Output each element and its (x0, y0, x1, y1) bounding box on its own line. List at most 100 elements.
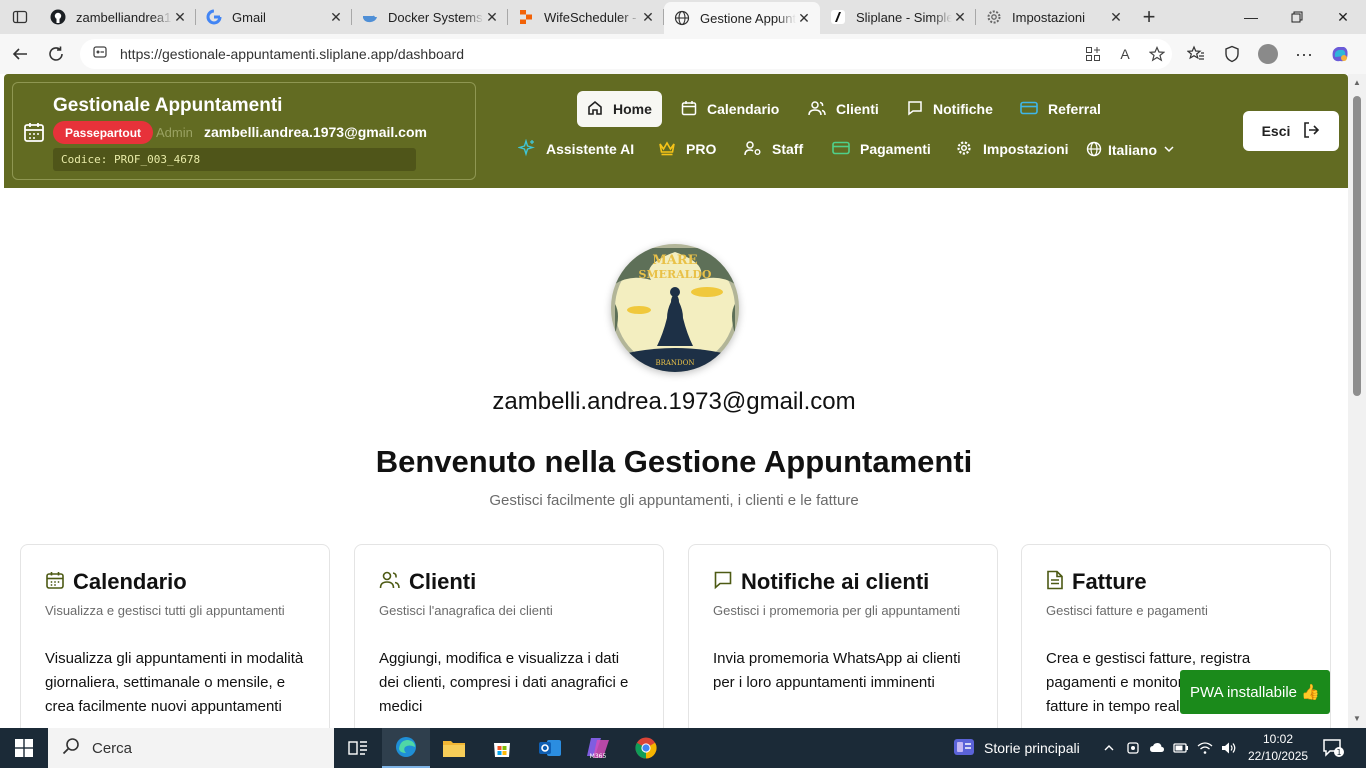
nav-label: Notifiche (933, 101, 993, 117)
tab-actions-icon[interactable] (0, 0, 40, 34)
wifi-icon[interactable] (1196, 741, 1214, 755)
taskbar-clock[interactable]: 10:02 22/10/2025 (1248, 731, 1308, 765)
minimize-icon[interactable]: — (1228, 0, 1274, 34)
card-notifiche[interactable]: Notifiche ai clienti Gestisci i promemor… (688, 544, 998, 728)
restore-icon[interactable] (1274, 0, 1320, 34)
volume-icon[interactable] (1220, 741, 1238, 755)
logout-button[interactable]: Esci (1243, 111, 1339, 151)
browser-toolbar: https://gestionale-appuntamenti.sliplane… (0, 34, 1366, 74)
nav-clienti[interactable]: Clienti (808, 91, 879, 127)
home-icon (587, 100, 603, 119)
shield-icon[interactable] (1220, 42, 1244, 66)
task-view-icon[interactable] (334, 728, 382, 768)
nav-calendario[interactable]: Calendario (681, 91, 779, 127)
docker-icon (362, 9, 378, 25)
profile-avatar[interactable] (1256, 42, 1280, 66)
tray-app-icon[interactable] (1124, 741, 1142, 755)
cloud-icon[interactable] (1148, 741, 1166, 755)
card-clienti[interactable]: Clienti Gestisci l'anagrafica dei client… (354, 544, 664, 728)
favorite-star-icon[interactable] (1148, 45, 1166, 63)
close-window-icon[interactable]: ✕ (1320, 0, 1366, 34)
close-icon[interactable]: ✕ (952, 9, 968, 25)
card-calendario[interactable]: Calendario Visualizza e gestisci tutti g… (20, 544, 330, 728)
tab-title: Gestione Appuntamenti (700, 10, 796, 26)
nav-pro[interactable]: PRO (658, 131, 716, 167)
clock-time: 10:02 (1262, 732, 1294, 746)
logo-text-smeraldo: SMERALDO (638, 268, 711, 281)
users-icon (808, 100, 826, 119)
file-explorer-icon[interactable] (430, 728, 478, 768)
sparkles-icon (517, 138, 536, 160)
nav-impostazioni[interactable]: Impostazioni (955, 131, 1069, 167)
close-icon[interactable]: ✕ (640, 9, 656, 25)
scroll-up-icon[interactable]: ▲ (1352, 78, 1362, 88)
chevron-up-icon[interactable] (1100, 742, 1118, 754)
user-email-header: zambelli.andrea.1973@gmail.com (204, 124, 427, 140)
app-header: Gestionale Appuntamenti Passepartout Adm… (4, 74, 1348, 188)
close-icon[interactable]: ✕ (484, 9, 500, 25)
reload-icon[interactable] (38, 38, 74, 70)
favorites-icon[interactable] (1184, 42, 1208, 66)
card-subtitle: Gestisci i promemoria per gli appuntamen… (713, 603, 961, 618)
nav-home[interactable]: Home (577, 91, 662, 127)
search-icon (62, 737, 80, 759)
app-available-icon[interactable] (1084, 45, 1102, 63)
browser-tab-active[interactable]: Gestione Appuntamenti ✕ (664, 2, 820, 34)
page-viewport[interactable]: Gestionale Appuntamenti Passepartout Adm… (0, 74, 1366, 728)
windows-start-icon[interactable] (0, 728, 48, 768)
read-aloud-icon[interactable]: A (1116, 45, 1134, 63)
taskbar-search[interactable]: Cerca (48, 728, 334, 768)
url-text[interactable]: https://gestionale-appuntamenti.sliplane… (120, 46, 464, 62)
svg-text:M365: M365 (590, 753, 607, 760)
crown-icon (658, 140, 676, 159)
browser-tab[interactable]: Sliplane - Simple Docker Hosting ✕ (820, 0, 976, 34)
brand-box: Gestionale Appuntamenti Passepartout Adm… (12, 82, 476, 180)
microsoft-store-icon[interactable] (478, 728, 526, 768)
scroll-down-icon[interactable]: ▼ (1352, 714, 1362, 724)
nav-referral[interactable]: Referral (1020, 91, 1101, 127)
news-widget[interactable]: Storie principali (952, 728, 1080, 768)
user-cog-icon (744, 140, 762, 159)
nav-notifiche[interactable]: Notifiche (907, 91, 993, 127)
site-info-icon[interactable] (92, 44, 108, 65)
logout-icon (1302, 121, 1320, 142)
scroll-thumb[interactable] (1353, 96, 1361, 396)
sliplane-icon (830, 9, 846, 25)
nav-pagamenti[interactable]: Pagamenti (832, 131, 931, 167)
professional-code: Codice: PROF_003_4678 (53, 148, 416, 171)
copilot-icon[interactable] (1328, 42, 1352, 66)
nav-label: Home (613, 101, 652, 117)
tab-title: WifeScheduler - Replit (544, 9, 640, 25)
microsoft-365-icon[interactable]: M365 (574, 728, 622, 768)
close-icon[interactable]: ✕ (1108, 9, 1124, 25)
language-select[interactable]: Italiano (1086, 132, 1175, 168)
more-options-icon[interactable]: ··· (1292, 42, 1316, 66)
notification-center-icon[interactable]: 1 (1318, 736, 1348, 760)
browser-tab[interactable]: zambelliandrea1973 ✕ (40, 0, 196, 34)
window-controls: — ✕ (1228, 0, 1366, 34)
browser-tab[interactable]: WifeScheduler - Replit ✕ (508, 0, 664, 34)
address-bar[interactable]: https://gestionale-appuntamenti.sliplane… (80, 39, 1172, 69)
browser-tab[interactable]: Impostazioni ✕ (976, 0, 1132, 34)
file-text-icon (1046, 570, 1064, 595)
browser-tab[interactable]: Gmail ✕ (196, 0, 352, 34)
chrome-icon[interactable] (622, 728, 670, 768)
nav-staff[interactable]: Staff (744, 131, 803, 167)
gear-icon (986, 9, 1002, 25)
nav-assistente-ai[interactable]: Assistente AI (517, 131, 634, 167)
pwa-install-button[interactable]: PWA installabile 👍 (1180, 670, 1330, 714)
close-icon[interactable]: ✕ (328, 9, 344, 25)
edge-taskbar-icon[interactable] (382, 728, 430, 768)
close-icon[interactable]: ✕ (796, 10, 812, 26)
new-tab-button[interactable]: + (1132, 0, 1166, 34)
card-title: Fatture (1072, 569, 1147, 594)
outlook-icon[interactable] (526, 728, 574, 768)
close-icon[interactable]: ✕ (172, 9, 188, 25)
role-label: Admin (156, 125, 193, 140)
tab-title: Sliplane - Simple Docker Hosting (856, 9, 952, 25)
battery-icon[interactable] (1172, 742, 1190, 754)
browser-tab[interactable]: Docker Systems Status ✕ (352, 0, 508, 34)
back-icon[interactable] (2, 38, 38, 70)
nav-label: Pagamenti (860, 141, 931, 157)
page-scrollbar[interactable]: ▲ ▼ (1348, 74, 1366, 728)
